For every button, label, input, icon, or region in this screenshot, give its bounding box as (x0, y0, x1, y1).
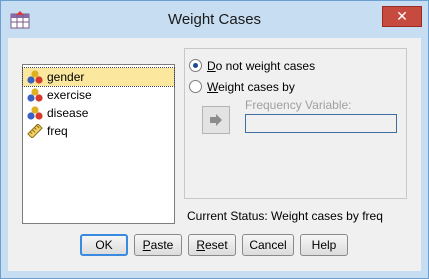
variable-name: freq (47, 124, 68, 138)
dialog-title: Weight Cases (167, 11, 262, 28)
ok-button[interactable]: OK (80, 234, 128, 256)
variable-name: gender (47, 70, 85, 84)
variable-list[interactable]: gender exercise disease freq (22, 64, 175, 224)
list-item[interactable]: gender (22, 67, 175, 87)
nominal-variable-icon (27, 106, 43, 120)
arrow-right-icon (210, 114, 222, 126)
variable-name: disease (47, 106, 89, 120)
frequency-variable-label: Frequency Variable: (245, 98, 352, 112)
close-icon: ✕ (396, 8, 408, 24)
nominal-variable-icon (27, 88, 43, 102)
cancel-button[interactable]: Cancel (242, 234, 294, 256)
nominal-variable-icon (27, 70, 43, 84)
help-button[interactable]: Help (300, 234, 348, 256)
do-not-weight-label: Do not weight cases (207, 59, 316, 73)
reset-button[interactable]: Reset (188, 234, 236, 256)
radio-selected-dot (193, 63, 198, 68)
weight-cases-by-label: Weight cases by (207, 80, 295, 94)
list-item[interactable]: exercise (23, 86, 174, 104)
weight-cases-by-radio[interactable] (189, 80, 202, 93)
do-not-weight-radio[interactable] (189, 59, 202, 72)
paste-button[interactable]: Paste (134, 234, 182, 256)
list-item[interactable]: disease (23, 104, 174, 122)
variable-name: exercise (47, 88, 92, 102)
weight-cases-dialog: Weight Cases ✕ gender exercise disease f… (0, 0, 429, 279)
close-button[interactable]: ✕ (382, 6, 422, 27)
current-status: Current Status: Weight cases by freq (187, 209, 383, 223)
list-item[interactable]: freq (23, 122, 174, 140)
move-to-frequency-button[interactable] (202, 106, 230, 134)
frequency-variable-field[interactable] (245, 114, 397, 133)
dialog-body: gender exercise disease freq Do not weig… (8, 38, 421, 271)
scale-variable-icon (27, 124, 43, 138)
weighting-options-group: Do not weight cases Weight cases by Freq… (184, 48, 407, 199)
title-bar[interactable]: Weight Cases ✕ (1, 1, 428, 38)
